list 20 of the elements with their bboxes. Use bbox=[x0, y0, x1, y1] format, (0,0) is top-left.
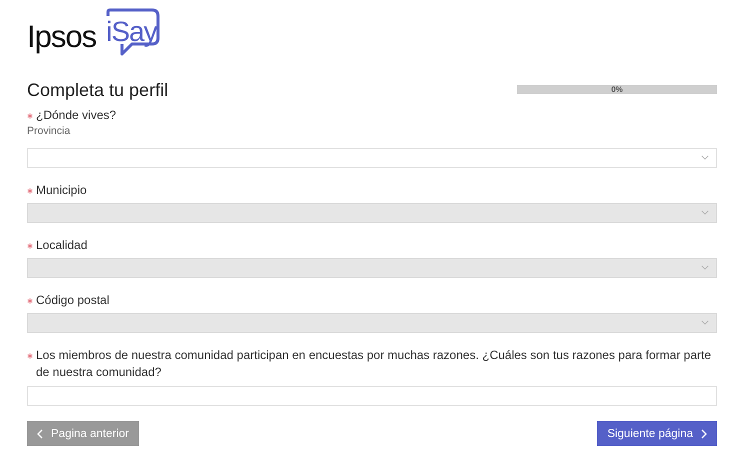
question-label: Los miembros de nuestra comunidad participan en encuestas por muchas razones. ¿Cuáles son tus razones para formar parte de nuestra comunidad? bbox=[36, 347, 712, 381]
chevron-down-icon bbox=[701, 320, 709, 325]
text-input[interactable] bbox=[27, 386, 717, 406]
dropdown-field[interactable] bbox=[27, 148, 717, 168]
previous-page-button[interactable]: Pagina anterior bbox=[27, 421, 139, 446]
question-label: Municipio bbox=[36, 182, 87, 199]
field-label: Provincia bbox=[27, 125, 72, 137]
chevron-down-icon bbox=[701, 210, 709, 215]
next-page-button[interactable]: Siguiente página bbox=[597, 421, 717, 446]
question-label: ¿Dónde vives? bbox=[36, 107, 116, 124]
page-title: Completa tu perfil bbox=[27, 80, 168, 101]
logo-wordmark: Ipsos bbox=[27, 21, 96, 56]
progress-percent: 0% bbox=[610, 85, 624, 94]
question-label: Código postal bbox=[36, 292, 110, 309]
chevron-left-icon bbox=[37, 428, 43, 438]
chevron-right-icon bbox=[701, 428, 707, 438]
chevron-down-icon bbox=[701, 265, 709, 270]
question-label: Localidad bbox=[36, 237, 88, 254]
speech-bubble-logo: iSay bbox=[104, 8, 160, 60]
chevron-down-icon bbox=[701, 155, 709, 160]
